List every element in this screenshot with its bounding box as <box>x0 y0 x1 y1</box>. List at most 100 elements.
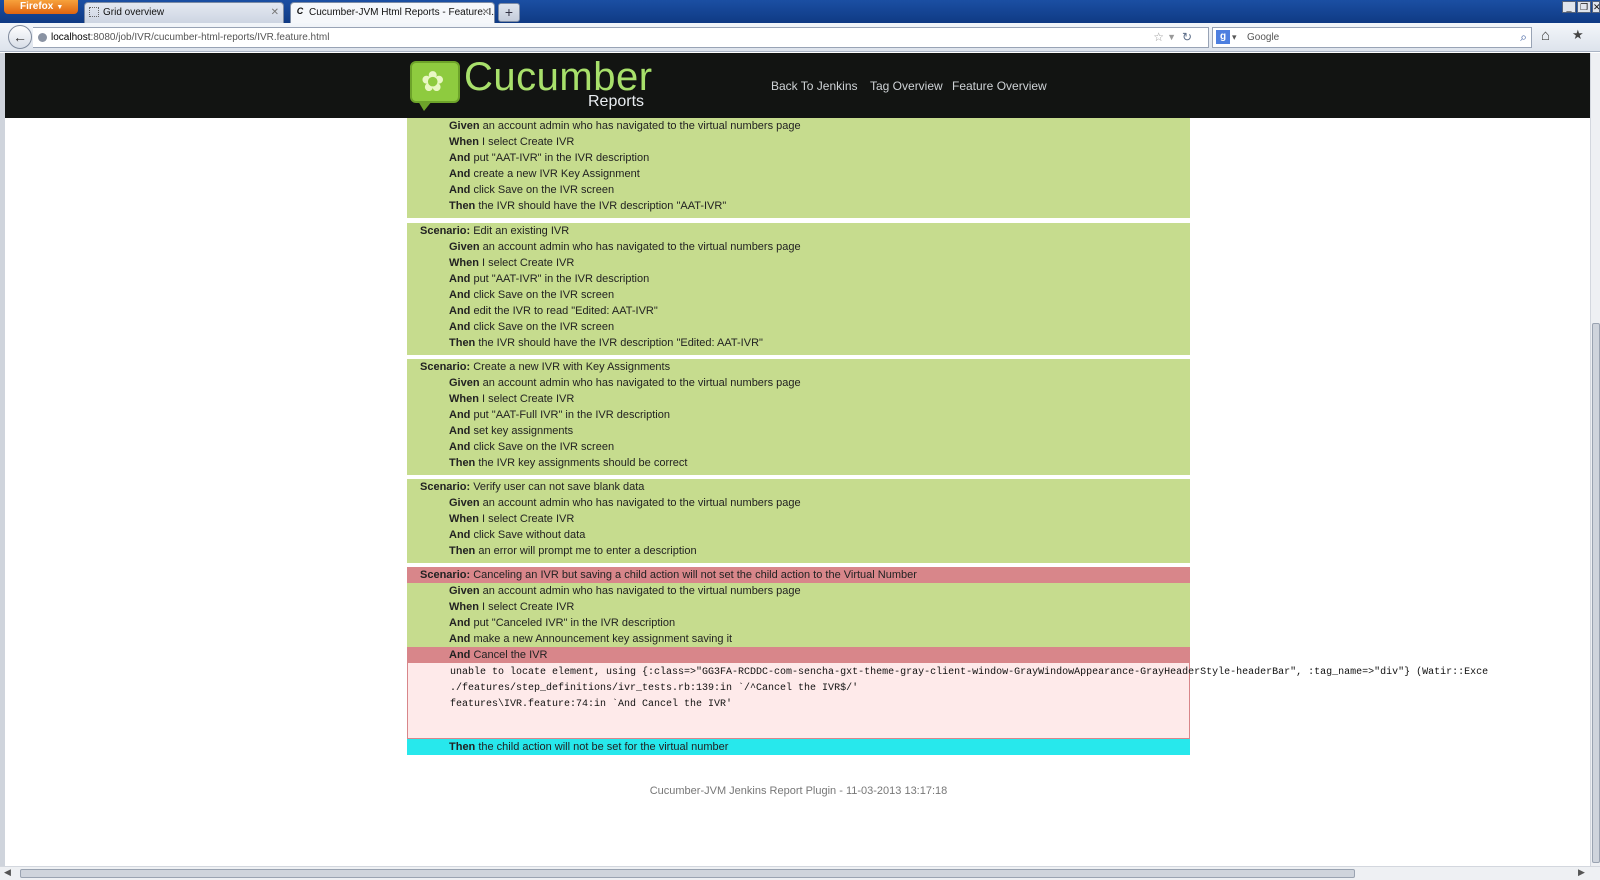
scenario-label: Scenario: <box>420 569 471 581</box>
step-keyword: When <box>449 513 479 525</box>
failed-step-row: And Cancel the IVR <box>407 647 1190 663</box>
chevron-down-icon: ▼ <box>56 4 64 11</box>
step-row: And click Save on the IVR screen <box>407 182 1190 198</box>
back-arrow-icon: ← <box>13 29 27 45</box>
nav-back-to-jenkins[interactable]: Back To Jenkins <box>771 79 858 93</box>
step-text: the IVR should have the IVR description … <box>475 200 727 212</box>
new-tab-button[interactable]: + <box>498 3 520 22</box>
step-keyword: And <box>449 617 471 629</box>
bookmark-star-icon[interactable]: ☆ <box>1153 28 1164 47</box>
step-text: put "AAT-Full IVR" in the IVR descriptio… <box>470 409 670 421</box>
step-row: And put "AAT-Full IVR" in the IVR descri… <box>407 407 1190 423</box>
failed-scenario-block: Scenario: Canceling an IVR but saving a … <box>407 567 1489 755</box>
step-row: And create a new IVR Key Assignment <box>407 166 1190 182</box>
step-row: Then the IVR should have the IVR descrip… <box>407 198 1190 214</box>
step-row: Then an error will prompt me to enter a … <box>407 543 1190 559</box>
step-text: an account admin who has navigated to th… <box>479 120 801 132</box>
firefox-menu-button[interactable]: Firefox ▼ <box>4 0 78 14</box>
step-text: an error will prompt me to enter a descr… <box>475 545 697 557</box>
close-icon[interactable]: ✕ <box>482 3 490 22</box>
scrollbar-thumb[interactable] <box>20 869 1355 878</box>
step-row: When I select Create IVR <box>407 391 1190 407</box>
step-keyword: And <box>449 321 471 333</box>
scrollbar-thumb[interactable] <box>1592 323 1600 863</box>
report-footer: Cucumber-JVM Jenkins Report Plugin - 11-… <box>649 785 948 797</box>
step-keyword: And <box>449 273 471 285</box>
step-keyword: Given <box>449 120 480 132</box>
error-line: unable to locate element, using {:class=… <box>450 667 1489 678</box>
page-viewport: ✿ Cucumber Reports Back To Jenkins Tag O… <box>5 53 1590 867</box>
tab-cucumber-report[interactable]: C Cucumber-JVM Html Reports - Feature: I… <box>290 2 495 23</box>
minimize-button[interactable]: _ <box>1562 1 1576 13</box>
page-icon <box>89 7 99 17</box>
scenario-title-row: Scenario: Canceling an IVR but saving a … <box>407 567 1190 583</box>
step-text: the child action will not be set for the… <box>475 741 729 753</box>
nav-feature-overview[interactable]: Feature Overview <box>952 79 1047 93</box>
search-placeholder: Google <box>1247 32 1280 43</box>
step-text: I select Create IVR <box>478 513 575 525</box>
nav-tag-overview[interactable]: Tag Overview <box>870 79 943 93</box>
scenario-block: Scenario: Create a new IVR with Key Assi… <box>407 359 1190 475</box>
maximize-button[interactable]: ❐ <box>1577 1 1591 13</box>
close-window-button[interactable]: ✕ <box>1592 1 1600 13</box>
step-text: create a new IVR Key Assignment <box>470 168 640 180</box>
error-line: features\IVR.feature:74:in `And Cancel t… <box>450 699 733 710</box>
step-row: And click Save on the IVR screen <box>407 287 1190 303</box>
step-row: Then the IVR should have the IVR descrip… <box>407 335 1190 351</box>
step-row: Given an account admin who has navigated… <box>407 239 1190 255</box>
step-text: I select Create IVR <box>478 257 575 269</box>
cucumber-c-icon: C <box>296 6 304 16</box>
step-text: edit the IVR to read "Edited: AAT-IVR" <box>470 305 658 317</box>
step-keyword: And <box>449 649 471 661</box>
step-keyword: Then <box>449 337 476 349</box>
step-row: And click Save without data <box>407 527 1190 543</box>
history-dropdown-icon[interactable]: ▼ <box>1167 28 1176 47</box>
scenario-block: Given an account admin who has navigated… <box>407 118 1190 218</box>
step-text: an account admin who has navigated to th… <box>479 585 801 597</box>
url-host: localhost <box>51 32 91 43</box>
scenario-label: Scenario: <box>420 361 471 373</box>
step-text: put "Canceled IVR" in the IVR descriptio… <box>470 617 676 629</box>
engine-dropdown-icon[interactable]: ▾ <box>1232 28 1237 47</box>
step-text: set key assignments <box>470 425 574 437</box>
step-row: And put "AAT-IVR" in the IVR description <box>407 150 1190 166</box>
step-text: put "AAT-IVR" in the IVR description <box>470 273 650 285</box>
browser-title-bar: Firefox ▼ Grid overview ✕ C Cucumber-JVM … <box>0 0 1600 23</box>
scenario-title-row: Scenario: Verify user can not save blank… <box>407 479 1190 495</box>
step-keyword: And <box>449 168 471 180</box>
scroll-right-icon[interactable]: ▶ <box>1578 867 1585 878</box>
step-row: And put "AAT-IVR" in the IVR description <box>407 271 1190 287</box>
home-icon[interactable]: ⌂ <box>1541 27 1550 44</box>
back-button[interactable]: ← <box>8 25 32 49</box>
cucumber-reports-logo[interactable]: ✿ Cucumber Reports <box>410 55 660 117</box>
step-keyword: Given <box>449 497 480 509</box>
step-row: And make a new Announcement key assignme… <box>407 631 1190 647</box>
step-keyword: Then <box>449 200 476 212</box>
step-keyword: And <box>449 152 471 164</box>
scroll-left-icon[interactable]: ◀ <box>4 867 11 878</box>
vertical-scrollbar[interactable] <box>1590 53 1600 867</box>
logo-subtitle: Reports <box>588 93 645 110</box>
step-keyword: When <box>449 601 479 613</box>
cucumber-logo-icon: ✿ <box>410 61 460 111</box>
reload-icon[interactable]: ↻ <box>1182 28 1192 47</box>
google-engine-icon[interactable]: g <box>1216 30 1230 44</box>
bookmarks-menu-icon[interactable]: ★ <box>1572 27 1584 43</box>
search-bar[interactable]: g ▾ Google ⌕ <box>1212 27 1532 48</box>
step-keyword: And <box>449 425 471 437</box>
horizontal-scrollbar[interactable]: ◀ ▶ <box>0 866 1600 880</box>
tab-grid-overview[interactable]: Grid overview ✕ <box>84 2 284 23</box>
step-keyword: And <box>449 409 471 421</box>
step-text: click Save on the IVR screen <box>470 321 615 333</box>
close-icon[interactable]: ✕ <box>271 3 279 22</box>
scenario-title: Create a new IVR with Key Assignments <box>473 361 671 373</box>
tab-title: Grid overview <box>103 7 165 18</box>
step-row: When I select Create IVR <box>407 511 1190 527</box>
firefox-menu-label: Firefox <box>20 1 54 12</box>
address-bar[interactable]: localhost:8080/job/IVR/cucumber-html-rep… <box>33 27 1209 48</box>
search-icon[interactable]: ⌕ <box>1520 28 1527 47</box>
report-header: ✿ Cucumber Reports Back To Jenkins Tag O… <box>5 53 1590 118</box>
scenario-block: Scenario: Verify user can not save blank… <box>407 479 1190 563</box>
site-identity-icon[interactable] <box>38 33 47 42</box>
error-line: ./features/step_definitions/ivr_tests.rb… <box>450 683 859 694</box>
